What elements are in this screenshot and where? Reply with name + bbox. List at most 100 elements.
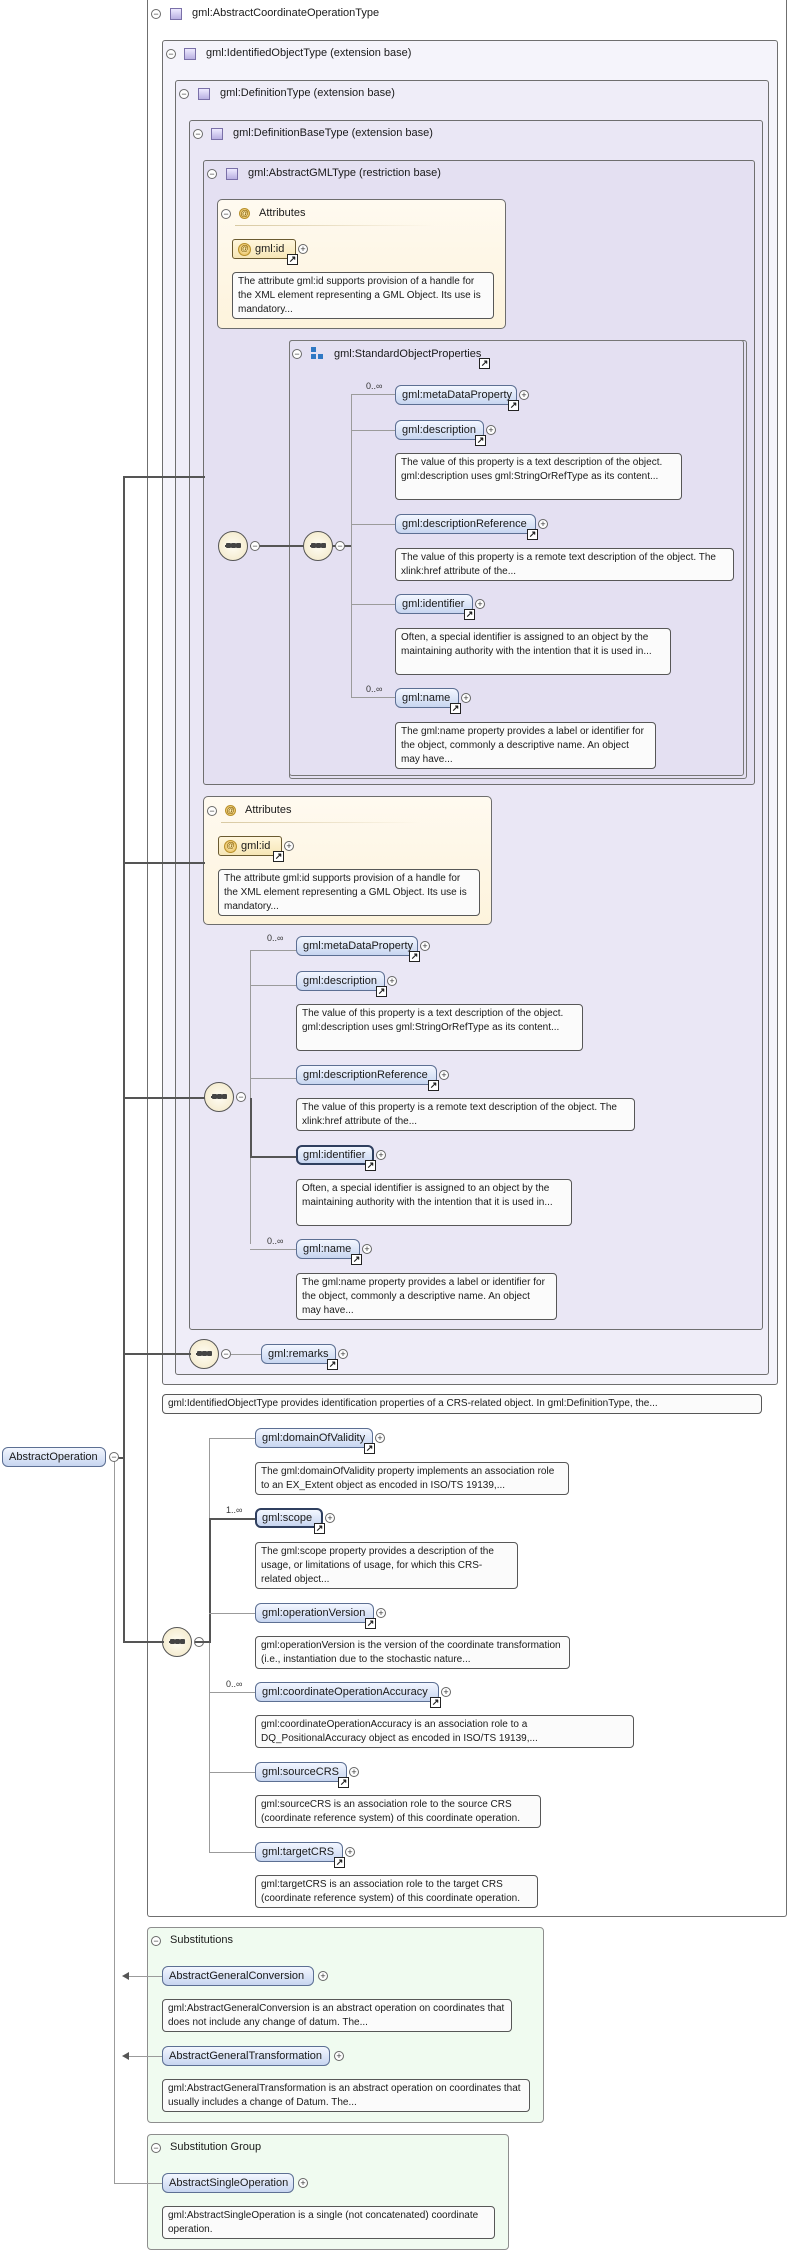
expand-icon[interactable]: + [334,2051,344,2061]
attribute-icon: @ [239,208,250,219]
element-description-reference[interactable]: gml:descriptionReference [296,1065,437,1085]
expand-icon[interactable]: + [439,1070,449,1080]
expand-icon[interactable]: + [338,1349,348,1359]
tree-line [250,950,251,1244]
jump-icon[interactable]: ↗ [428,1080,439,1091]
jump-icon[interactable]: ↗ [464,609,475,620]
tree-line [209,1852,255,1853]
collapse-icon[interactable]: − [151,1936,161,1946]
expand-icon[interactable]: + [475,599,485,609]
collapse-icon[interactable]: − [221,209,231,219]
jump-icon[interactable]: ↗ [450,703,461,714]
standard-object-properties-title: gml:StandardObjectProperties [334,348,482,360]
jump-icon[interactable]: ↗ [314,1523,325,1534]
jump-icon[interactable]: ↗ [273,851,284,862]
jump-icon[interactable]: ↗ [327,1359,338,1370]
connector-line [123,862,205,864]
element-target-crs[interactable]: gml:targetCRS [255,1842,343,1862]
collapse-icon[interactable]: − [221,1349,231,1359]
element-description[interactable]: gml:description [296,971,385,991]
collapse-icon[interactable]: − [292,349,302,359]
collapse-icon[interactable]: − [335,541,345,551]
jump-icon[interactable]: ↗ [351,1254,362,1265]
element-meta-data-property[interactable]: gml:metaDataProperty [296,936,418,956]
connector-line [123,1097,205,1099]
complex-type-icon [184,48,196,60]
element-identifier[interactable]: gml:identifier [395,594,473,614]
element-coordinate-operation-accuracy[interactable]: gml:coordinateOperationAccuracy [255,1682,439,1702]
jump-icon[interactable]: ↗ [409,951,420,962]
substitution-abstract-general-conversion[interactable]: AbstractGeneralConversion [162,1966,314,1986]
root-element-abstract-operation[interactable]: AbstractOperation [2,1447,106,1467]
description-reference-documentation: The value of this property is a remote t… [296,1098,635,1131]
expand-icon[interactable]: + [441,1687,451,1697]
element-description-reference[interactable]: gml:descriptionReference [395,514,536,534]
expand-icon[interactable]: + [298,244,308,254]
connector-line [123,1353,191,1355]
jump-icon[interactable]: ↗ [287,254,298,265]
expand-icon[interactable]: + [318,1971,328,1981]
jump-icon[interactable]: ↗ [508,400,519,411]
expand-icon[interactable]: + [298,2178,308,2188]
expand-icon[interactable]: + [376,1150,386,1160]
jump-icon[interactable]: ↗ [430,1697,441,1708]
abstract-gml-type-title: gml:AbstractGMLType (restriction base) [248,167,441,179]
expand-icon[interactable]: + [519,390,529,400]
expand-icon[interactable]: + [325,1513,335,1523]
connector-line [250,1156,296,1158]
expand-icon[interactable]: + [375,1433,385,1443]
tree-line [250,1249,296,1250]
jump-icon[interactable]: ↗ [475,435,486,446]
tree-line [351,524,395,525]
element-scope[interactable]: gml:scope [255,1508,323,1528]
collapse-icon[interactable]: − [166,49,176,59]
operation-version-documentation: gml:operationVersion is the version of t… [255,1636,570,1669]
jump-icon[interactable]: ↗ [479,358,490,369]
element-identifier[interactable]: gml:identifier [296,1145,374,1165]
expand-icon[interactable]: + [345,1847,355,1857]
element-source-crs[interactable]: gml:sourceCRS [255,1762,347,1782]
jump-icon[interactable]: ↗ [365,1618,376,1629]
collapse-icon[interactable]: − [179,89,189,99]
tree-line [114,2183,162,2184]
jump-icon[interactable]: ↗ [365,1160,376,1171]
collapse-icon[interactable]: − [151,9,161,19]
expand-icon[interactable]: + [538,519,548,529]
element-meta-data-property[interactable]: gml:metaDataProperty [395,385,517,405]
expand-icon[interactable]: + [420,941,430,951]
sequence-compositor-icon [189,1339,219,1369]
target-crs-documentation: gml:targetCRS is an association role to … [255,1875,538,1908]
jump-icon[interactable]: ↗ [338,1777,349,1788]
substitution-group-abstract-single-operation[interactable]: AbstractSingleOperation [162,2173,294,2193]
collapse-icon[interactable]: − [250,541,260,551]
jump-icon[interactable]: ↗ [376,986,387,997]
substitution-group-title: Substitution Group [170,2141,262,2153]
collapse-icon[interactable]: − [236,1092,246,1102]
expand-icon[interactable]: + [349,1767,359,1777]
arrow-left-icon [122,1972,129,1980]
substitution-abstract-general-transformation[interactable]: AbstractGeneralTransformation [162,2046,330,2066]
expand-icon[interactable]: + [284,841,294,851]
element-domain-of-validity[interactable]: gml:domainOfValidity [255,1428,373,1448]
collapse-icon[interactable]: − [207,806,217,816]
identifier-documentation: Often, a special identifier is assigned … [296,1179,572,1226]
jump-icon[interactable]: ↗ [527,529,538,540]
expand-icon[interactable]: + [387,976,397,986]
tree-line [209,1438,255,1439]
collapse-icon[interactable]: − [193,129,203,139]
collapse-icon[interactable]: − [207,169,217,179]
element-remarks[interactable]: gml:remarks [261,1344,336,1364]
cardinality: 0..∞ [226,1679,243,1689]
expand-icon[interactable]: + [486,425,496,435]
domain-of-validity-documentation: The gml:domainOfValidity property implem… [255,1462,569,1495]
expand-icon[interactable]: + [376,1608,386,1618]
collapse-icon[interactable]: − [151,2143,161,2153]
cardinality: 0..∞ [366,684,383,694]
jump-icon[interactable]: ↗ [364,1443,375,1454]
element-description[interactable]: gml:description [395,420,484,440]
element-operation-version[interactable]: gml:operationVersion [255,1603,374,1623]
jump-icon[interactable]: ↗ [334,1857,345,1868]
expand-icon[interactable]: + [362,1244,372,1254]
collapse-icon[interactable]: − [109,1452,119,1462]
expand-icon[interactable]: + [461,693,471,703]
